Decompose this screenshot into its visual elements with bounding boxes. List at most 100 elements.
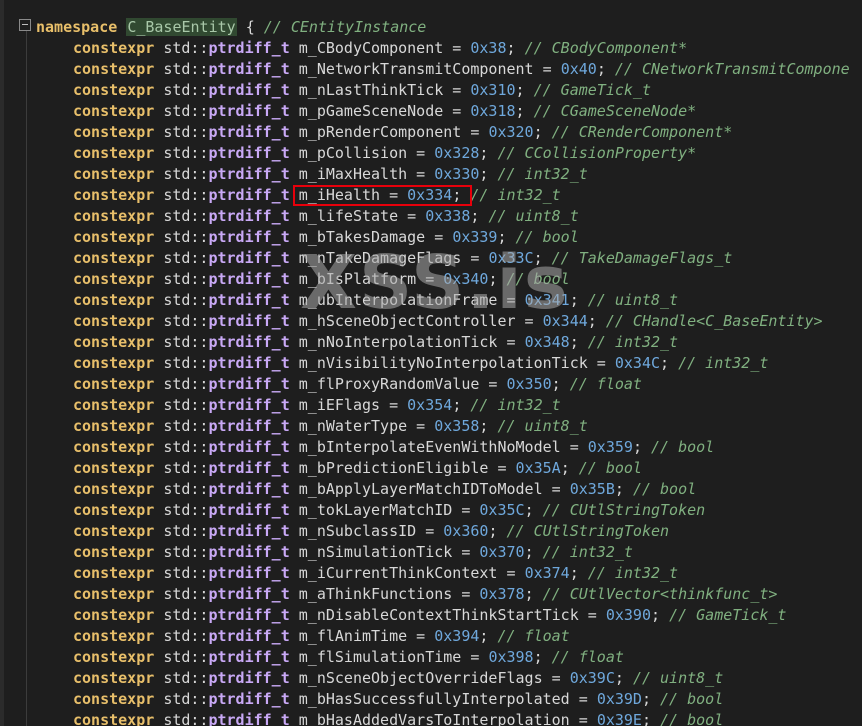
ptrdiff-type: ptrdiff_t bbox=[208, 312, 290, 330]
fold-guide-line bbox=[26, 30, 27, 726]
member-type-comment: // float bbox=[551, 648, 624, 666]
member-line: constexpr std::ptrdiff_t m_nSubclassID =… bbox=[73, 521, 669, 542]
member-line: constexpr std::ptrdiff_t m_bIsPlatform =… bbox=[73, 269, 570, 290]
member-line: constexpr std::ptrdiff_t m_hSceneObjectC… bbox=[73, 311, 823, 332]
member-offset: 0x39C bbox=[569, 669, 615, 687]
member-line: constexpr std::ptrdiff_t m_tokLayerMatch… bbox=[73, 500, 705, 521]
std-namespace: std:: bbox=[163, 585, 209, 603]
member-type-comment: // CUtlStringToken bbox=[506, 522, 670, 540]
constexpr-keyword: constexpr bbox=[73, 501, 155, 519]
member-type-comment: // uint8_t bbox=[632, 669, 724, 687]
std-namespace: std:: bbox=[163, 291, 209, 309]
std-namespace: std:: bbox=[163, 144, 209, 162]
constexpr-keyword: constexpr bbox=[73, 207, 155, 225]
member-type-comment: // bool bbox=[515, 228, 579, 246]
member-offset: 0x310 bbox=[470, 81, 516, 99]
equals-sign: = bbox=[416, 270, 444, 288]
member-offset: 0x320 bbox=[488, 123, 534, 141]
member-line: constexpr std::ptrdiff_t m_flProxyRandom… bbox=[73, 374, 642, 395]
member-offset: 0x378 bbox=[479, 585, 525, 603]
member-offset: 0x38 bbox=[470, 39, 507, 57]
member-line: constexpr std::ptrdiff_t m_pGameSceneNod… bbox=[73, 101, 696, 122]
member-name: m_nLastThinkTick bbox=[298, 81, 444, 99]
member-type-comment: // TakeDamageFlags_t bbox=[551, 249, 733, 267]
constexpr-keyword: constexpr bbox=[73, 480, 155, 498]
member-name: m_nTakeDamageFlags bbox=[298, 249, 462, 267]
member-name: m_tokLayerMatchID bbox=[298, 501, 453, 519]
code-editor[interactable]: namespace C_BaseEntity { // CEntityInsta… bbox=[0, 0, 862, 726]
member-line: constexpr std::ptrdiff_t m_ubInterpolati… bbox=[73, 290, 678, 311]
constexpr-keyword: constexpr bbox=[73, 228, 155, 246]
member-name: m_bHasSuccessfullyInterpolated bbox=[298, 690, 570, 708]
std-namespace: std:: bbox=[163, 354, 209, 372]
ptrdiff-type: ptrdiff_t bbox=[208, 564, 290, 582]
ptrdiff-type: ptrdiff_t bbox=[208, 585, 290, 603]
ptrdiff-type: ptrdiff_t bbox=[208, 81, 290, 99]
semicolon: ; bbox=[479, 627, 489, 645]
semicolon: ; bbox=[479, 144, 489, 162]
semicolon: ; bbox=[497, 228, 507, 246]
ptrdiff-type: ptrdiff_t bbox=[208, 522, 290, 540]
fold-collapse-icon[interactable] bbox=[19, 19, 31, 31]
constexpr-keyword: constexpr bbox=[73, 690, 155, 708]
member-type-comment: // uint8_t bbox=[488, 207, 579, 225]
equals-sign: = bbox=[560, 438, 588, 456]
semicolon: ; bbox=[452, 186, 462, 204]
constexpr-keyword: constexpr bbox=[73, 354, 155, 372]
member-type-comment: // CCollisionProperty* bbox=[497, 144, 697, 162]
equals-sign: = bbox=[497, 564, 525, 582]
constexpr-keyword: constexpr bbox=[73, 144, 155, 162]
member-line: constexpr std::ptrdiff_t m_bApplyLayerMa… bbox=[73, 479, 696, 500]
std-namespace: std:: bbox=[163, 480, 209, 498]
equals-sign: = bbox=[497, 333, 525, 351]
ptrdiff-type: ptrdiff_t bbox=[208, 606, 290, 624]
semicolon: ; bbox=[641, 690, 651, 708]
ptrdiff-type: ptrdiff_t bbox=[208, 501, 290, 519]
member-name: m_nVisibilityNoInterpolationTick bbox=[298, 354, 588, 372]
member-offset: 0x394 bbox=[434, 627, 480, 645]
semicolon: ; bbox=[596, 60, 606, 78]
member-offset: 0x390 bbox=[605, 606, 651, 624]
semicolon: ; bbox=[560, 459, 570, 477]
gutter bbox=[0, 0, 4, 726]
semicolon: ; bbox=[524, 585, 534, 603]
ptrdiff-type: ptrdiff_t bbox=[208, 186, 290, 204]
ptrdiff-type: ptrdiff_t bbox=[208, 144, 290, 162]
member-offset: 0x34C bbox=[614, 354, 661, 372]
member-type-comment: // bool bbox=[651, 438, 715, 456]
equals-sign: = bbox=[461, 249, 489, 267]
equals-sign: = bbox=[398, 207, 426, 225]
equals-sign: = bbox=[407, 165, 435, 183]
ptrdiff-type: ptrdiff_t bbox=[208, 669, 290, 687]
semicolon: ; bbox=[515, 102, 525, 120]
constexpr-keyword: constexpr bbox=[73, 627, 155, 645]
semicolon: ; bbox=[641, 711, 651, 726]
namespace-line: namespace C_BaseEntity { // CEntityInsta… bbox=[36, 17, 426, 38]
member-name: m_nSimulationTick bbox=[298, 543, 453, 561]
equals-sign: = bbox=[380, 396, 408, 414]
std-namespace: std:: bbox=[163, 333, 209, 351]
member-name: m_pGameSceneNode bbox=[298, 102, 444, 120]
member-offset: 0x344 bbox=[542, 312, 588, 330]
std-namespace: std:: bbox=[163, 396, 209, 414]
member-line: constexpr std::ptrdiff_t m_iHealth = 0x3… bbox=[73, 185, 561, 206]
equals-sign: = bbox=[416, 522, 444, 540]
equals-sign: = bbox=[461, 648, 489, 666]
semicolon: ; bbox=[533, 123, 543, 141]
std-namespace: std:: bbox=[163, 228, 209, 246]
member-offset: 0x35A bbox=[515, 459, 561, 477]
member-line: constexpr std::ptrdiff_t m_flSimulationT… bbox=[73, 647, 624, 668]
member-offset: 0x35B bbox=[569, 480, 615, 498]
ptrdiff-type: ptrdiff_t bbox=[208, 690, 290, 708]
constexpr-keyword: constexpr bbox=[73, 543, 155, 561]
member-type-comment: // GameTick_t bbox=[669, 606, 787, 624]
member-name: m_iEFlags bbox=[298, 396, 381, 414]
equals-sign: = bbox=[488, 459, 516, 477]
constexpr-keyword: constexpr bbox=[73, 375, 155, 393]
member-name: m_aThinkFunctions bbox=[298, 585, 453, 603]
semicolon: ; bbox=[569, 564, 579, 582]
std-namespace: std:: bbox=[163, 522, 209, 540]
std-namespace: std:: bbox=[163, 543, 209, 561]
equals-sign: = bbox=[452, 501, 480, 519]
member-name: m_CBodyComponent bbox=[298, 39, 444, 57]
